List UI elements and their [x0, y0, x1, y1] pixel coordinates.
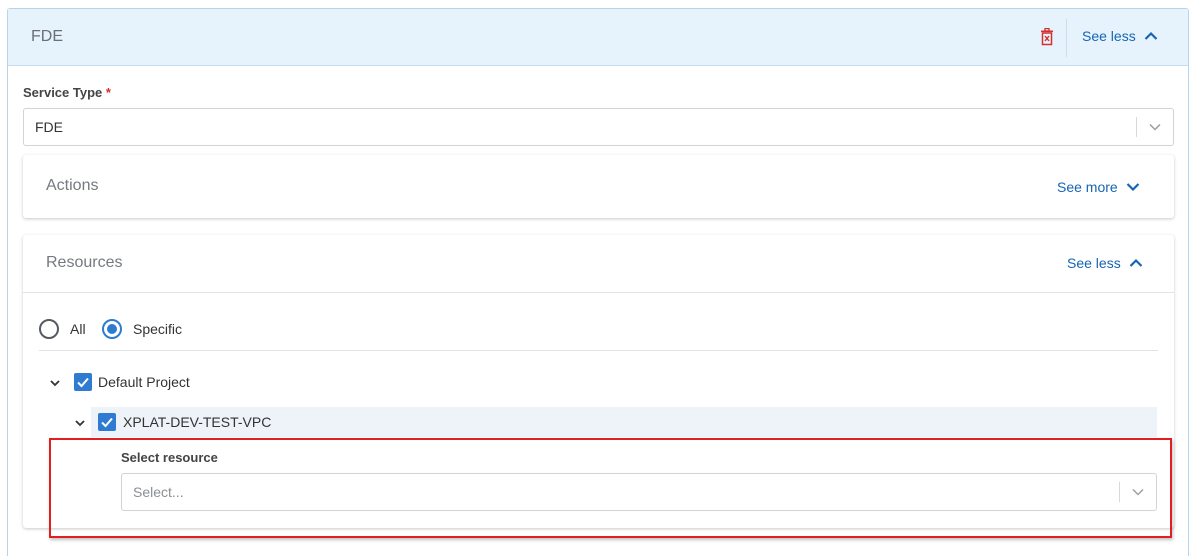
- service-type-label-text: Service Type: [23, 85, 103, 100]
- service-type-select[interactable]: FDE: [23, 108, 1174, 146]
- trash-icon[interactable]: [1039, 28, 1055, 46]
- chevron-up-icon: [1129, 258, 1142, 267]
- select-resource-label: Select resource: [121, 450, 218, 465]
- select-resource-placeholder: Select...: [133, 484, 184, 500]
- chevron-down-icon[interactable]: [1137, 123, 1173, 131]
- chevron-down-icon[interactable]: [1120, 488, 1156, 496]
- radio-specific[interactable]: [102, 319, 122, 339]
- chevron-down-icon: [1126, 183, 1139, 192]
- radio-specific-label: Specific: [133, 321, 183, 337]
- select-resource-dropdown[interactable]: Select...: [121, 473, 1157, 511]
- actions-title: Actions: [46, 177, 99, 194]
- vpc-label: XPLAT-DEV-TEST-VPC: [123, 414, 272, 430]
- service-type-value: FDE: [35, 119, 63, 135]
- fde-panel-header: FDE See less: [8, 9, 1188, 66]
- actions-see-more-button[interactable]: See more: [1057, 179, 1140, 195]
- required-mark: *: [105, 85, 111, 100]
- service-type-label: Service Type *: [23, 85, 111, 100]
- header-divider: [1066, 19, 1067, 57]
- chevron-down-icon[interactable]: [49, 379, 61, 387]
- actions-see-more-label: See more: [1057, 179, 1118, 195]
- panel-see-less-button[interactable]: See less: [1082, 28, 1158, 44]
- default-project-label: Default Project: [98, 374, 190, 390]
- scope-divider: [39, 350, 1158, 351]
- fde-panel: FDE See less Service Type * FDE Actions …: [7, 8, 1189, 556]
- radio-all[interactable]: [39, 319, 59, 339]
- panel-title: FDE: [31, 28, 63, 45]
- panel-see-less-label: See less: [1082, 28, 1136, 44]
- vpc-checkbox[interactable]: [98, 413, 116, 431]
- resources-see-less-button[interactable]: See less: [1067, 255, 1143, 271]
- resources-header-divider: [23, 292, 1174, 293]
- resources-see-less-label: See less: [1067, 255, 1121, 271]
- radio-all-label: All: [70, 321, 86, 337]
- default-project-checkbox[interactable]: [74, 373, 92, 391]
- actions-card: Actions See more: [23, 155, 1174, 218]
- chevron-up-icon: [1144, 31, 1157, 40]
- chevron-down-icon[interactable]: [74, 419, 86, 427]
- resources-title: Resources: [46, 254, 123, 271]
